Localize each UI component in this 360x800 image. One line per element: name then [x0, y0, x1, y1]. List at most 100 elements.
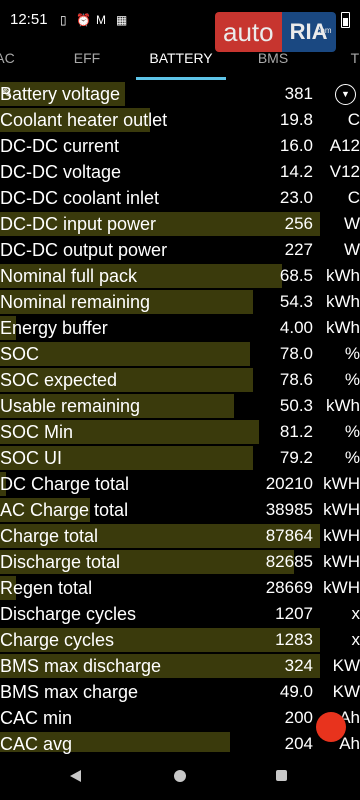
back-icon[interactable] — [70, 770, 81, 782]
row-value: 381 — [284, 84, 313, 103]
row-unit: % — [344, 344, 360, 363]
tab-tc[interactable]: TC — [340, 40, 360, 80]
row-value: 200 — [284, 708, 313, 727]
tab-eff-label: EFF — [73, 50, 101, 66]
row-unit: kWH — [323, 500, 360, 519]
row-unit: W — [343, 214, 360, 233]
row-label: SOC Min — [0, 422, 74, 442]
row-value: 1207 — [275, 604, 313, 623]
row-label: Discharge total — [0, 552, 121, 572]
row-unit: % — [344, 448, 360, 467]
row-label: Coolant heater outlet — [0, 110, 168, 130]
row-label: CAC avg — [0, 734, 73, 754]
row-unit: kWH — [323, 578, 360, 597]
row-value: 23.0 — [279, 188, 313, 207]
row-value: 14.2 — [279, 162, 313, 181]
row-value: 38985 — [265, 500, 313, 519]
row-label: Energy buffer — [0, 318, 108, 338]
row-value: 16.0 — [279, 136, 313, 155]
data-row: Coolant heater outlet 19.8 C — [0, 107, 360, 133]
row-value: 68.5 — [279, 266, 313, 285]
row-value: 78.6 — [279, 370, 313, 389]
row-label: DC-DC current — [0, 136, 120, 156]
logo-auto: auto — [215, 12, 282, 52]
row-label: Nominal full pack — [0, 266, 138, 286]
tab-battery-label: BATTERY — [149, 50, 213, 66]
data-row: AC Charge total 38985 kWH — [0, 497, 360, 523]
row-value: 49.0 — [279, 682, 313, 701]
row-value: 78.0 — [279, 344, 313, 363]
row-unit: % — [344, 370, 360, 389]
battery-icon — [341, 12, 350, 28]
logo-com: .com — [314, 26, 332, 35]
row-unit: C — [347, 110, 360, 129]
row-label: Regen total — [0, 578, 93, 598]
row-value: 87864 — [265, 526, 313, 545]
row-unit: x — [351, 630, 360, 649]
row-value: 82685 — [265, 552, 313, 571]
row-unit: kWh — [326, 396, 360, 415]
logo-ria: RIA .com — [281, 12, 336, 52]
data-row: BMS max charge 49.0 KW — [0, 679, 360, 705]
data-row: Battery voltage 381 — [0, 81, 360, 107]
tab-ac-label: AC — [0, 50, 15, 66]
row-value: 20210 — [265, 474, 313, 493]
row-value: 19.8 — [279, 110, 313, 129]
tab-ac[interactable]: AC — [0, 40, 20, 80]
row-value: 204 — [284, 734, 313, 753]
data-row: SOC 78.0% — [0, 341, 360, 367]
row-label: DC-DC coolant inlet — [0, 188, 160, 208]
row-value: 54.3 — [279, 292, 313, 311]
row-label: DC-DC output power — [0, 240, 168, 260]
data-row: Energy buffer 4.00 kWh — [0, 315, 360, 341]
data-row: Nominal remaining 54.3 kWh — [0, 289, 360, 315]
navigation-bar — [0, 752, 360, 800]
wrench-icon[interactable]: ✎ — [2, 86, 13, 102]
data-row: DC-DC current 16.0 A12 — [0, 133, 360, 159]
data-row: SOC expected 78.6% — [0, 367, 360, 393]
row-label: Discharge cycles — [0, 604, 137, 624]
row-value: 227 — [284, 240, 313, 259]
row-value: 50.3 — [279, 396, 313, 415]
row-value: 81.2 — [279, 422, 313, 441]
row-label: SOC UI — [0, 448, 63, 468]
tab-tc-label: TC — [350, 50, 360, 66]
home-icon[interactable] — [174, 770, 186, 782]
row-label: Charge cycles — [0, 630, 115, 650]
row-value: 256 — [284, 214, 313, 233]
row-label: Nominal remaining — [0, 292, 151, 312]
data-row: BMS max discharge 324 KW — [0, 653, 360, 679]
chevron-down-icon[interactable]: ▼ — [335, 84, 356, 105]
watermark-logo: auto RIA .com — [215, 12, 336, 52]
data-row: DC-DC output power 227 W — [0, 237, 360, 263]
row-unit: KW — [332, 656, 360, 675]
recent-apps-icon[interactable] — [276, 770, 287, 781]
phone-icon: ▯ — [60, 13, 67, 27]
data-row: Discharge total 82685 kWH — [0, 549, 360, 575]
row-unit: kWh — [326, 292, 360, 311]
row-unit: kWh — [326, 266, 360, 285]
row-unit: C — [347, 188, 360, 207]
battery-data-list: Battery voltage 381 Coolant heater outlet 1… — [0, 81, 360, 757]
row-label: Battery voltage — [0, 84, 121, 104]
row-unit: x — [351, 604, 360, 623]
mail-icon: M — [96, 13, 106, 27]
row-label: BMS max charge — [0, 682, 139, 702]
row-value: 79.2 — [279, 448, 313, 467]
row-label: DC Charge total — [0, 474, 130, 494]
row-value: 324 — [284, 656, 313, 675]
row-value: 28669 — [265, 578, 313, 597]
row-unit: A12 — [329, 136, 360, 155]
tab-eff[interactable]: EFF — [56, 40, 118, 80]
data-row: CAC min 200 Ah — [0, 705, 360, 731]
floating-action-button[interactable] — [316, 712, 346, 742]
row-label: CAC min — [0, 708, 73, 728]
data-row: DC-DC voltage 14.2 V12 — [0, 159, 360, 185]
row-label: DC-DC input power — [0, 214, 157, 234]
tab-battery[interactable]: BATTERY — [136, 40, 226, 80]
data-row: SOC UI 79.2% — [0, 445, 360, 471]
data-row: SOC Min 81.2% — [0, 419, 360, 445]
row-label: Charge total — [0, 526, 99, 546]
calendar-icon: ▦ — [116, 13, 128, 27]
row-unit: KW — [332, 682, 360, 701]
